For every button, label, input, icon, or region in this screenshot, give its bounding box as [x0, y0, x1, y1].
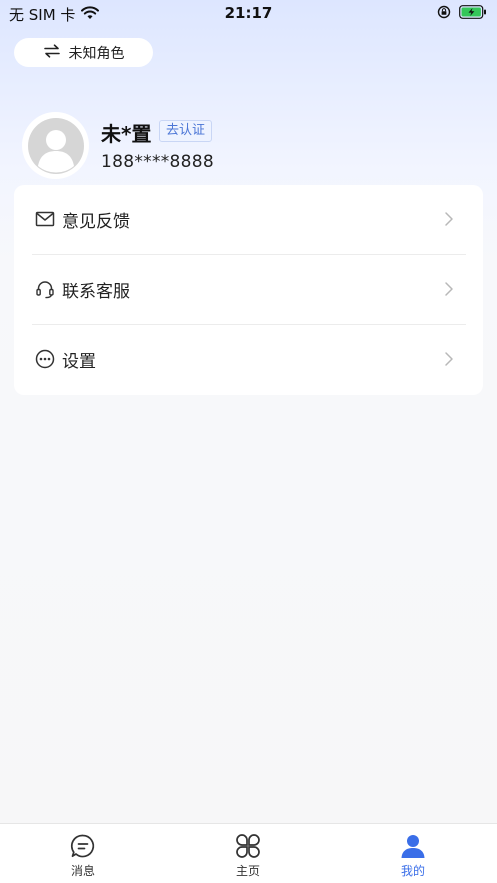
avatar[interactable]	[22, 112, 89, 179]
user-name: 未*置	[101, 122, 152, 146]
grid-home-icon	[235, 833, 261, 859]
tab-label: 我的	[400, 864, 425, 878]
status-bar: 无 SIM 卡 21:17	[0, 0, 497, 26]
person-icon	[400, 833, 426, 859]
more-dots-icon	[35, 349, 55, 369]
headset-icon	[35, 279, 55, 299]
role-switch-label: 未知角色	[68, 45, 125, 62]
verify-button[interactable]: 去认证	[159, 120, 213, 142]
tab-label: 消息	[70, 864, 95, 878]
tab-home[interactable]: 主页	[198, 824, 298, 883]
chevron-right-icon	[444, 351, 454, 371]
message-icon	[70, 833, 96, 859]
swap-arrows-icon	[43, 43, 61, 62]
menu-item-label: 联系客服	[62, 282, 130, 302]
orientation-lock-icon	[437, 5, 451, 23]
menu-item-label: 设置	[62, 352, 96, 372]
battery-icon	[459, 5, 487, 23]
default-avatar-icon	[27, 117, 84, 174]
tab-messages[interactable]: 消息	[33, 824, 133, 883]
role-switch-button[interactable]: 未知角色	[14, 38, 153, 67]
menu-item-label: 意见反馈	[62, 212, 130, 232]
status-time: 21:17	[224, 4, 273, 22]
chevron-right-icon	[444, 281, 454, 301]
chevron-right-icon	[444, 211, 454, 231]
tab-mine[interactable]: 我的	[363, 824, 463, 883]
status-right	[437, 5, 487, 23]
menu-item-settings[interactable]: 设置	[14, 325, 483, 395]
menu-item-customer-service[interactable]: 联系客服	[14, 255, 483, 325]
user-phone: 188****8888	[101, 152, 215, 172]
tab-label: 主页	[235, 864, 260, 878]
menu-item-feedback[interactable]: 意见反馈	[14, 185, 483, 255]
mail-icon	[35, 209, 55, 229]
tab-bar: 消息 主页 我的	[0, 823, 497, 883]
menu-card: 意见反馈 联系客服 设置	[14, 185, 483, 395]
